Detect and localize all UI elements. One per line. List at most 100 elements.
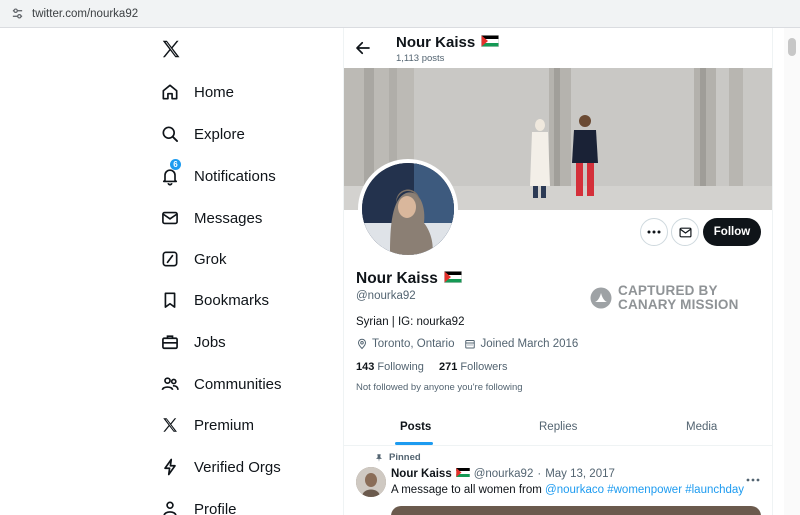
post-count: 1,113 posts bbox=[396, 53, 445, 64]
pinned-text: Pinned bbox=[389, 452, 421, 463]
sidebar-item-label: Premium bbox=[194, 416, 255, 434]
lightning-icon bbox=[160, 457, 180, 477]
people-icon bbox=[160, 374, 180, 394]
calendar-icon bbox=[465, 340, 476, 349]
tweet-author-name[interactable]: Nour Kaiss bbox=[391, 468, 452, 480]
header-name-text: Nour Kaiss bbox=[396, 34, 476, 51]
tweet-hashtag-link[interactable]: #launchday bbox=[685, 484, 744, 496]
profile-bio: Syrian | IG: nourka92 bbox=[356, 316, 465, 328]
tweet-more-button[interactable] bbox=[746, 469, 762, 482]
grok-icon bbox=[160, 249, 180, 269]
sidebar-item-grok[interactable]: Grok bbox=[160, 242, 227, 276]
following-label: Following bbox=[377, 361, 424, 373]
notification-count-badge: 6 bbox=[170, 159, 181, 170]
profile-avatar[interactable] bbox=[358, 159, 458, 259]
tweet-text: A message to all women from @nourkaco #w… bbox=[391, 484, 744, 496]
tweet-separator: · bbox=[537, 468, 542, 480]
header-name: Nour Kaiss bbox=[396, 34, 500, 51]
tab-media[interactable]: Media bbox=[686, 408, 717, 446]
url-text[interactable]: twitter.com/nourka92 bbox=[32, 8, 138, 20]
bookmark-icon bbox=[160, 290, 180, 310]
address-bar[interactable]: twitter.com/nourka92 bbox=[0, 0, 800, 28]
scrollbar-thumb[interactable] bbox=[788, 38, 796, 56]
sidebar-item-communities[interactable]: Communities bbox=[160, 367, 282, 401]
not-followed-note: Not followed by anyone you're following bbox=[356, 382, 523, 393]
profile-tabs: Posts Replies Media bbox=[344, 408, 772, 446]
followers-count: 271 bbox=[438, 361, 458, 373]
tweet-mention-link[interactable]: @nourkaco bbox=[545, 484, 604, 496]
search-icon bbox=[160, 124, 180, 144]
watermark-line2: CANARY MISSION bbox=[618, 297, 739, 312]
sidebar-item-notifications[interactable]: 6 Notifications bbox=[160, 159, 276, 193]
profile-header: Nour Kaiss 1,113 posts bbox=[344, 28, 772, 68]
sidebar-item-premium[interactable]: Premium bbox=[160, 408, 254, 442]
canary-mission-watermark: CAPTURED BY CANARY MISSION bbox=[590, 284, 739, 312]
tweet-author-handle[interactable]: @nourka92 bbox=[474, 468, 534, 480]
more-options-button[interactable] bbox=[640, 218, 668, 246]
x-logo-icon[interactable] bbox=[160, 38, 182, 60]
pin-icon bbox=[376, 453, 382, 462]
sidebar-item-label: Jobs bbox=[194, 333, 226, 351]
x-logo-icon bbox=[160, 415, 180, 435]
home-icon bbox=[160, 82, 180, 102]
following-link[interactable]: 143 Following bbox=[356, 361, 424, 373]
sidebar-item-label: Grok bbox=[194, 250, 227, 268]
more-dots-icon bbox=[647, 230, 661, 234]
location-text: Toronto, Ontario bbox=[372, 338, 455, 350]
sidebar-item-label: Bookmarks bbox=[194, 291, 270, 309]
sidebar-item-label: Explore bbox=[194, 125, 245, 143]
watermark-line1: CAPTURED BY bbox=[618, 283, 718, 298]
tweet-text-prefix: A message to all women from bbox=[391, 484, 546, 496]
palestine-flag-icon bbox=[481, 34, 500, 51]
palestine-flag-icon bbox=[455, 468, 470, 480]
sidebar-item-home[interactable]: Home bbox=[160, 75, 234, 109]
followers-link[interactable]: 271 Followers bbox=[439, 361, 508, 373]
following-count: 143 bbox=[356, 361, 375, 373]
follow-button[interactable]: Follow bbox=[703, 218, 761, 246]
pinned-label: Pinned bbox=[374, 452, 421, 463]
location-pin-icon bbox=[357, 338, 367, 350]
tweet-media-image[interactable] bbox=[391, 506, 761, 515]
sidebar-nav: Home Explore 6 Notifications Messages Gr… bbox=[150, 28, 340, 515]
palestine-flag-icon bbox=[443, 270, 462, 288]
tweet-hashtag-link[interactable]: #womenpower bbox=[607, 484, 682, 496]
more-dots-icon bbox=[746, 478, 760, 482]
briefcase-icon bbox=[160, 332, 180, 352]
profile-column: Nour Kaiss 1,113 posts Follow Nour Kaiss… bbox=[343, 28, 773, 515]
sidebar-item-messages[interactable]: Messages bbox=[160, 201, 262, 235]
sidebar-item-explore[interactable]: Explore bbox=[160, 117, 245, 151]
followers-label: Followers bbox=[460, 361, 508, 373]
envelope-icon bbox=[678, 227, 692, 237]
sidebar-item-bookmarks[interactable]: Bookmarks bbox=[160, 283, 269, 317]
follow-counts: 143 Following 271 Followers bbox=[356, 361, 507, 373]
location-item: Toronto, Ontario bbox=[356, 338, 454, 350]
sidebar-item-jobs[interactable]: Jobs bbox=[160, 325, 226, 359]
person-icon bbox=[160, 499, 180, 515]
site-settings-icon[interactable] bbox=[10, 7, 24, 21]
sidebar-item-profile[interactable]: Profile bbox=[160, 492, 237, 515]
joined-text: Joined March 2016 bbox=[480, 338, 579, 350]
tab-posts[interactable]: Posts bbox=[400, 408, 431, 446]
message-button[interactable] bbox=[671, 218, 699, 246]
active-tab-indicator bbox=[395, 442, 433, 445]
sidebar-item-label: Messages bbox=[194, 209, 263, 227]
bell-icon: 6 bbox=[160, 159, 181, 186]
sidebar-item-label: Communities bbox=[194, 375, 282, 393]
canary-logo-icon bbox=[590, 287, 612, 309]
tweet-avatar[interactable] bbox=[356, 467, 386, 497]
tweet-date[interactable]: May 13, 2017 bbox=[545, 468, 615, 480]
tweet-header: Nour Kaiss @nourka92 · May 13, 2017 bbox=[391, 468, 615, 480]
tab-replies[interactable]: Replies bbox=[539, 408, 577, 446]
sidebar-item-label: Notifications bbox=[194, 167, 276, 185]
profile-name: Nour Kaiss bbox=[356, 270, 462, 288]
sidebar-item-label: Profile bbox=[194, 500, 237, 515]
joined-item: Joined March 2016 bbox=[464, 338, 578, 350]
profile-meta: Toronto, Ontario Joined March 2016 bbox=[356, 338, 588, 350]
sidebar-item-verified-orgs[interactable]: Verified Orgs bbox=[160, 450, 281, 484]
page-scrollbar[interactable] bbox=[784, 28, 800, 515]
sidebar-item-label: Verified Orgs bbox=[194, 458, 281, 476]
back-arrow-icon[interactable] bbox=[354, 39, 372, 57]
sidebar-item-label: Home bbox=[194, 83, 235, 101]
envelope-icon bbox=[160, 208, 180, 228]
profile-name-text: Nour Kaiss bbox=[356, 270, 438, 287]
